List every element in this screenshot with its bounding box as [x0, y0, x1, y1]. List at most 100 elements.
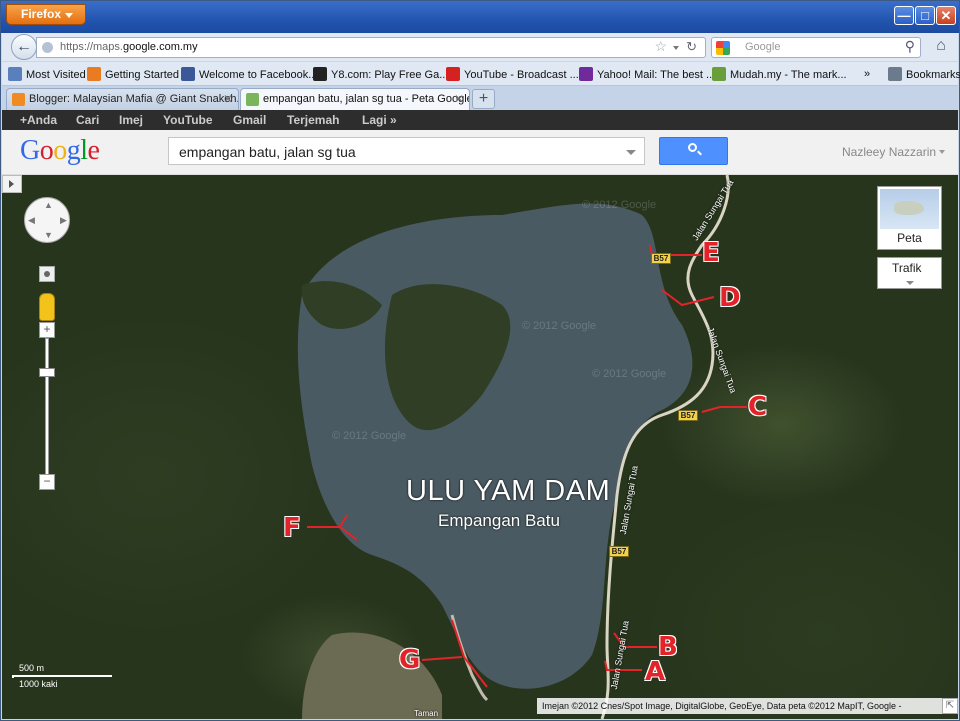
zoom-out-button[interactable]: −	[39, 474, 55, 490]
google-bar-link[interactable]: Imej	[119, 113, 143, 127]
bookmark-item[interactable]: Welcome to Facebook...	[181, 67, 317, 82]
browser-search-input[interactable]: Google ⚲	[711, 37, 921, 58]
traffic-button[interactable]: Trafik	[877, 257, 942, 289]
pan-left-icon[interactable]: ◀	[28, 215, 35, 226]
marker-B: B	[658, 632, 678, 662]
watermark: © 2012 Google	[592, 368, 667, 380]
maximize-button[interactable]: □	[915, 6, 935, 25]
bookmark-label: Y8.com: Play Free Ga...	[331, 69, 449, 81]
pan-right-icon[interactable]: ▶	[60, 215, 67, 226]
map-type-thumbnail	[880, 189, 939, 229]
close-tab-icon[interactable]: ✕	[454, 89, 464, 109]
search-options-dropdown-icon[interactable]	[626, 150, 636, 155]
url-domain: google.com.my	[122, 41, 198, 53]
google-engine-icon[interactable]	[716, 41, 730, 55]
my-location-icon[interactable]	[39, 266, 55, 282]
bookmark-star-icon[interactable]: ☆	[654, 38, 667, 55]
place-label: Taman	[414, 709, 439, 718]
pan-down-icon[interactable]: ▼	[44, 230, 53, 240]
route-shield: B57	[678, 410, 698, 421]
pan-up-icon[interactable]: ▲	[44, 200, 53, 210]
logo-letter: g	[66, 135, 81, 166]
map-title: ULU YAM DAM	[406, 475, 611, 507]
bookmark-item[interactable]: Y8.com: Play Free Ga...	[313, 67, 448, 82]
youtube-icon	[446, 67, 460, 81]
marker-G: G	[399, 645, 421, 675]
scale-metric: 500 m	[19, 663, 45, 673]
bookmark-label: Mudah.my - The mark...	[730, 69, 847, 81]
back-arrow-icon: ←	[16, 38, 32, 55]
map-copyright: Imejan ©2012 Cnes/Spot Image, DigitalGlo…	[537, 698, 942, 714]
bookmark-item[interactable]: Yahoo! Mail: The best ...	[579, 67, 715, 82]
bookmark-label: Most Visited	[26, 69, 86, 81]
facebook-icon	[181, 67, 195, 81]
search-button[interactable]	[659, 137, 728, 165]
google-bar-link[interactable]: Cari	[76, 113, 99, 127]
pegman-icon[interactable]	[39, 293, 55, 321]
google-bar-link[interactable]: Gmail	[233, 113, 266, 127]
tab-label: Blogger: Malaysian Mafia @ Giant Snakeh.…	[29, 93, 239, 105]
bookmarks-overflow-button[interactable]: »	[864, 67, 870, 81]
zoom-slider-handle[interactable]	[39, 368, 55, 377]
zoom-slider-track[interactable]	[45, 338, 49, 475]
bookmarks-icon	[888, 67, 902, 81]
browser-tab[interactable]: Blogger: Malaysian Mafia @ Giant Snakeh.…	[6, 88, 239, 110]
google-bar-link[interactable]: +Anda	[20, 113, 57, 127]
new-tab-button[interactable]: +	[472, 89, 495, 109]
firefox-menu-button[interactable]: Firefox	[6, 4, 86, 25]
mudah-icon	[712, 67, 726, 81]
google-maps-icon	[246, 93, 259, 106]
search-icon[interactable]: ⚲	[905, 38, 915, 55]
bookmark-item[interactable]: Getting Started	[87, 67, 179, 82]
bookmark-item[interactable]: Most Visited	[8, 67, 86, 82]
bookmark-item[interactable]: YouTube - Broadcast ...	[446, 67, 579, 82]
logo-letter: l	[80, 135, 88, 166]
satellite-map[interactable]: © 2012 Google © 2012 Google © 2012 Googl…	[2, 175, 958, 719]
browser-tab[interactable]: empangan batu, jalan sg tua - Peta Googl…	[240, 88, 470, 110]
map-type-button[interactable]: Peta	[877, 186, 942, 250]
map-subtitle: Empangan Batu	[438, 511, 560, 530]
bookmarks-menu-button[interactable]: Bookmarks	[888, 67, 960, 82]
google-bar-link[interactable]: Lagi »	[362, 113, 397, 127]
lock-icon	[42, 42, 53, 53]
watermark: © 2012 Google	[582, 199, 657, 211]
chevron-down-icon	[65, 13, 73, 18]
google-bar-link[interactable]: YouTube	[163, 113, 213, 127]
pan-control[interactable]: ▲ ▼ ◀ ▶	[24, 197, 70, 243]
close-tab-icon[interactable]: ✕	[223, 89, 233, 109]
user-account-menu[interactable]: Nazleey Nazzarin	[842, 145, 946, 159]
address-url: https://maps.google.com.my	[60, 40, 198, 55]
blogger-icon	[12, 93, 25, 106]
resize-icon[interactable]: ⇱	[942, 698, 958, 714]
logo-letter: o	[39, 135, 54, 166]
maps-header: Google empangan batu, jalan sg tua Nazle…	[2, 130, 958, 175]
cleared-land	[302, 632, 442, 719]
bookmark-label: Getting Started	[105, 69, 179, 81]
map-imagery	[297, 175, 747, 719]
close-button[interactable]: ✕	[936, 6, 956, 25]
marker-D: D	[719, 283, 741, 313]
yahoo-icon	[579, 67, 593, 81]
zoom-in-button[interactable]: +	[39, 322, 55, 338]
bookmark-item[interactable]: Mudah.my - The mark...	[712, 67, 847, 82]
bookmark-label: Yahoo! Mail: The best ...	[597, 69, 716, 81]
scale-imperial: 1000 kaki	[19, 679, 58, 689]
google-bar-link[interactable]: Terjemah	[287, 113, 339, 127]
history-dropdown-icon[interactable]	[673, 46, 679, 50]
google-logo[interactable]: Google	[20, 135, 100, 167]
reload-icon[interactable]: ↻	[686, 39, 697, 55]
chevron-down-icon	[906, 281, 914, 285]
minimize-button[interactable]: —	[894, 6, 914, 25]
address-bar[interactable]: https://maps.google.com.my ☆ ↻	[36, 37, 706, 58]
traffic-label: Trafik	[892, 261, 922, 275]
back-button[interactable]: ←	[11, 34, 37, 60]
bookmarks-menu-label: Bookmarks	[906, 69, 960, 81]
tab-label: empangan batu, jalan sg tua - Peta Googl…	[263, 93, 470, 105]
side-panel-toggle[interactable]	[2, 175, 22, 193]
maps-search-input[interactable]: empangan batu, jalan sg tua	[168, 137, 645, 165]
bookmarks-toolbar: » Bookmarks Most Visited Getting Started W…	[2, 62, 960, 86]
bookmark-label: Welcome to Facebook...	[199, 69, 318, 81]
scale-bar: 500 m 1000 kaki	[12, 663, 112, 691]
chevron-down-icon	[939, 150, 946, 154]
home-button[interactable]: ⌂	[930, 37, 952, 57]
